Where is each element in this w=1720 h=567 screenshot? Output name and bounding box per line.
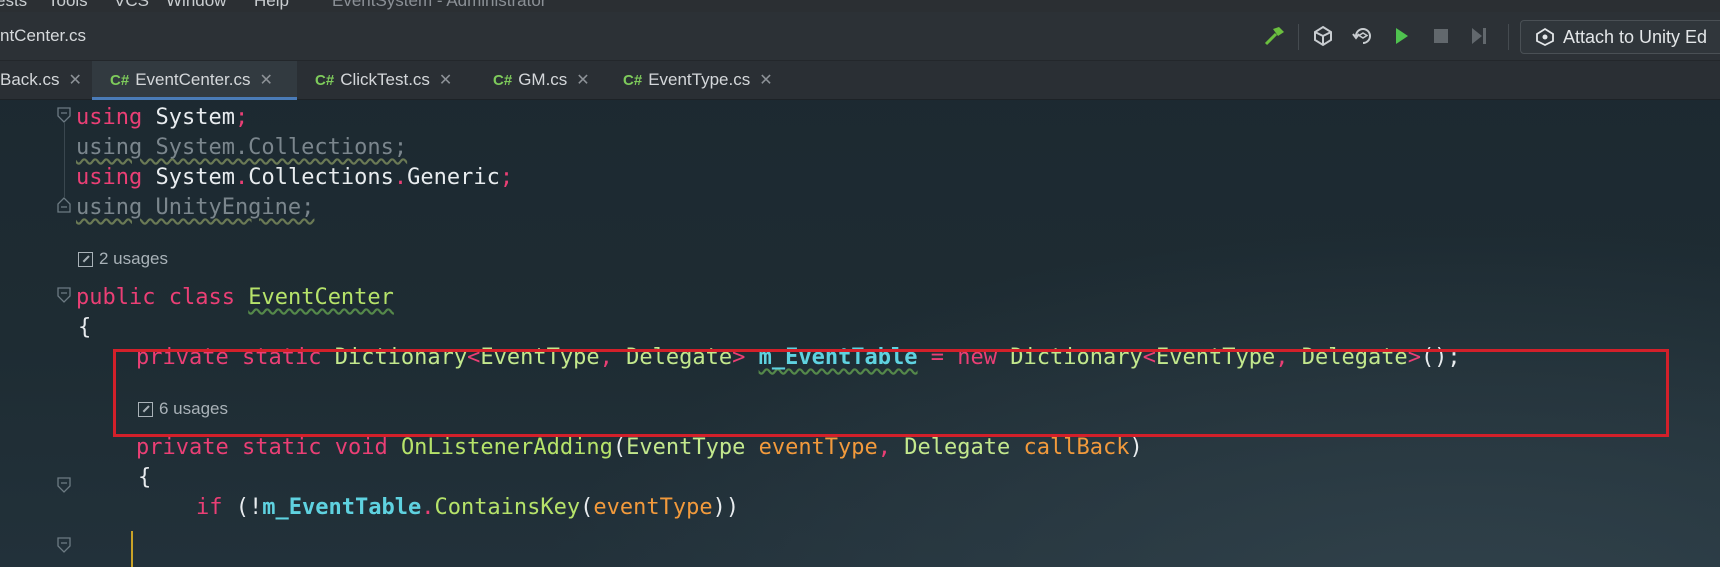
attach-to-unity-button[interactable]: Attach to Unity Ed <box>1520 20 1720 54</box>
window-title: EventSystem - Administrator <box>332 0 547 10</box>
menu-item-help[interactable]: Help <box>254 0 289 11</box>
code-line: private static void OnListenerAdding(Eve… <box>136 435 1143 460</box>
code-line: using System.Collections.Generic; <box>76 165 514 190</box>
fold-icon[interactable] <box>56 537 72 553</box>
tab-label: GM.cs <box>518 70 568 89</box>
fold-icon[interactable] <box>56 287 72 303</box>
code-line: { <box>78 315 92 340</box>
usages-hint[interactable]: 2 usages <box>78 249 168 269</box>
breadcrumb[interactable]: ntCenter.cs <box>0 26 86 46</box>
code-line: using UnityEngine; <box>76 195 315 220</box>
tab-label: ClickTest.cs <box>340 70 430 89</box>
menu-item-tools[interactable]: Tools <box>48 0 88 11</box>
csharp-file-icon: C# <box>493 71 513 89</box>
usages-hint[interactable]: 6 usages <box>138 399 228 419</box>
tab-clicktest[interactable]: C# ClickTest.cs ✕ <box>315 61 452 99</box>
toolbar-separator <box>1298 24 1299 50</box>
menu-item-vcs[interactable]: VCS <box>114 0 149 11</box>
close-icon[interactable]: ✕ <box>439 70 452 90</box>
code-line: { <box>138 465 152 490</box>
close-icon[interactable]: ✕ <box>69 70 82 90</box>
menu-item-tests[interactable]: ests <box>0 0 27 11</box>
highlight-box <box>113 349 1669 437</box>
code-line: using System.Collections; <box>76 135 408 160</box>
fold-icon[interactable] <box>56 107 72 123</box>
attach-label: Attach to Unity Ed <box>1563 26 1708 47</box>
usages-icon <box>78 251 93 267</box>
code-line: public class EventCenter <box>76 285 394 310</box>
usages-icon <box>138 401 153 417</box>
close-icon[interactable]: ✕ <box>759 70 772 90</box>
csharp-file-icon: C# <box>623 71 643 89</box>
navigation-toolbar: ntCenter.cs Attach to Unity Ed <box>0 12 1720 61</box>
stop-icon[interactable] <box>1428 23 1454 49</box>
toolbar-separator <box>1508 24 1509 50</box>
code-line: using System; <box>76 105 249 130</box>
hammer-icon[interactable] <box>1262 23 1288 49</box>
refresh-unity-icon[interactable] <box>1350 23 1376 49</box>
csharp-file-icon: C# <box>315 71 335 89</box>
unity-icon[interactable] <box>1310 23 1336 49</box>
csharp-file-icon: C# <box>110 71 130 89</box>
tab-gm[interactable]: C# GM.cs ✕ <box>493 61 590 99</box>
tab-label: EventType.cs <box>648 70 751 89</box>
fold-guide <box>64 123 65 197</box>
code-line: if (!m_EventTable.ContainsKey(eventType)… <box>196 495 740 520</box>
step-icon[interactable] <box>1466 23 1492 49</box>
tab-back[interactable]: Back.cs ✕ <box>0 61 88 99</box>
menu-bar: ests Tools VCS Window Help EventSystem -… <box>0 0 1720 12</box>
editor-tabs: Back.cs ✕ C# EventCenter.cs ✕ C# ClickTe… <box>0 61 1720 100</box>
tab-eventtype[interactable]: C# EventType.cs ✕ <box>623 61 773 99</box>
unity-logo-icon <box>1535 27 1555 47</box>
run-icon[interactable] <box>1388 23 1414 49</box>
tab-eventcenter[interactable]: C# EventCenter.cs ✕ <box>92 61 297 100</box>
close-icon[interactable]: ✕ <box>259 70 272 90</box>
tab-label: Back.cs <box>0 70 60 89</box>
menu-item-window[interactable]: Window <box>166 0 226 11</box>
fold-icon[interactable] <box>56 477 72 493</box>
indent-guide <box>131 531 133 567</box>
code-editor[interactable]: using System; using System.Collections; … <box>0 100 1720 567</box>
close-icon[interactable]: ✕ <box>576 70 589 90</box>
fold-icon[interactable] <box>56 197 72 213</box>
tab-label: EventCenter.cs <box>135 70 251 89</box>
